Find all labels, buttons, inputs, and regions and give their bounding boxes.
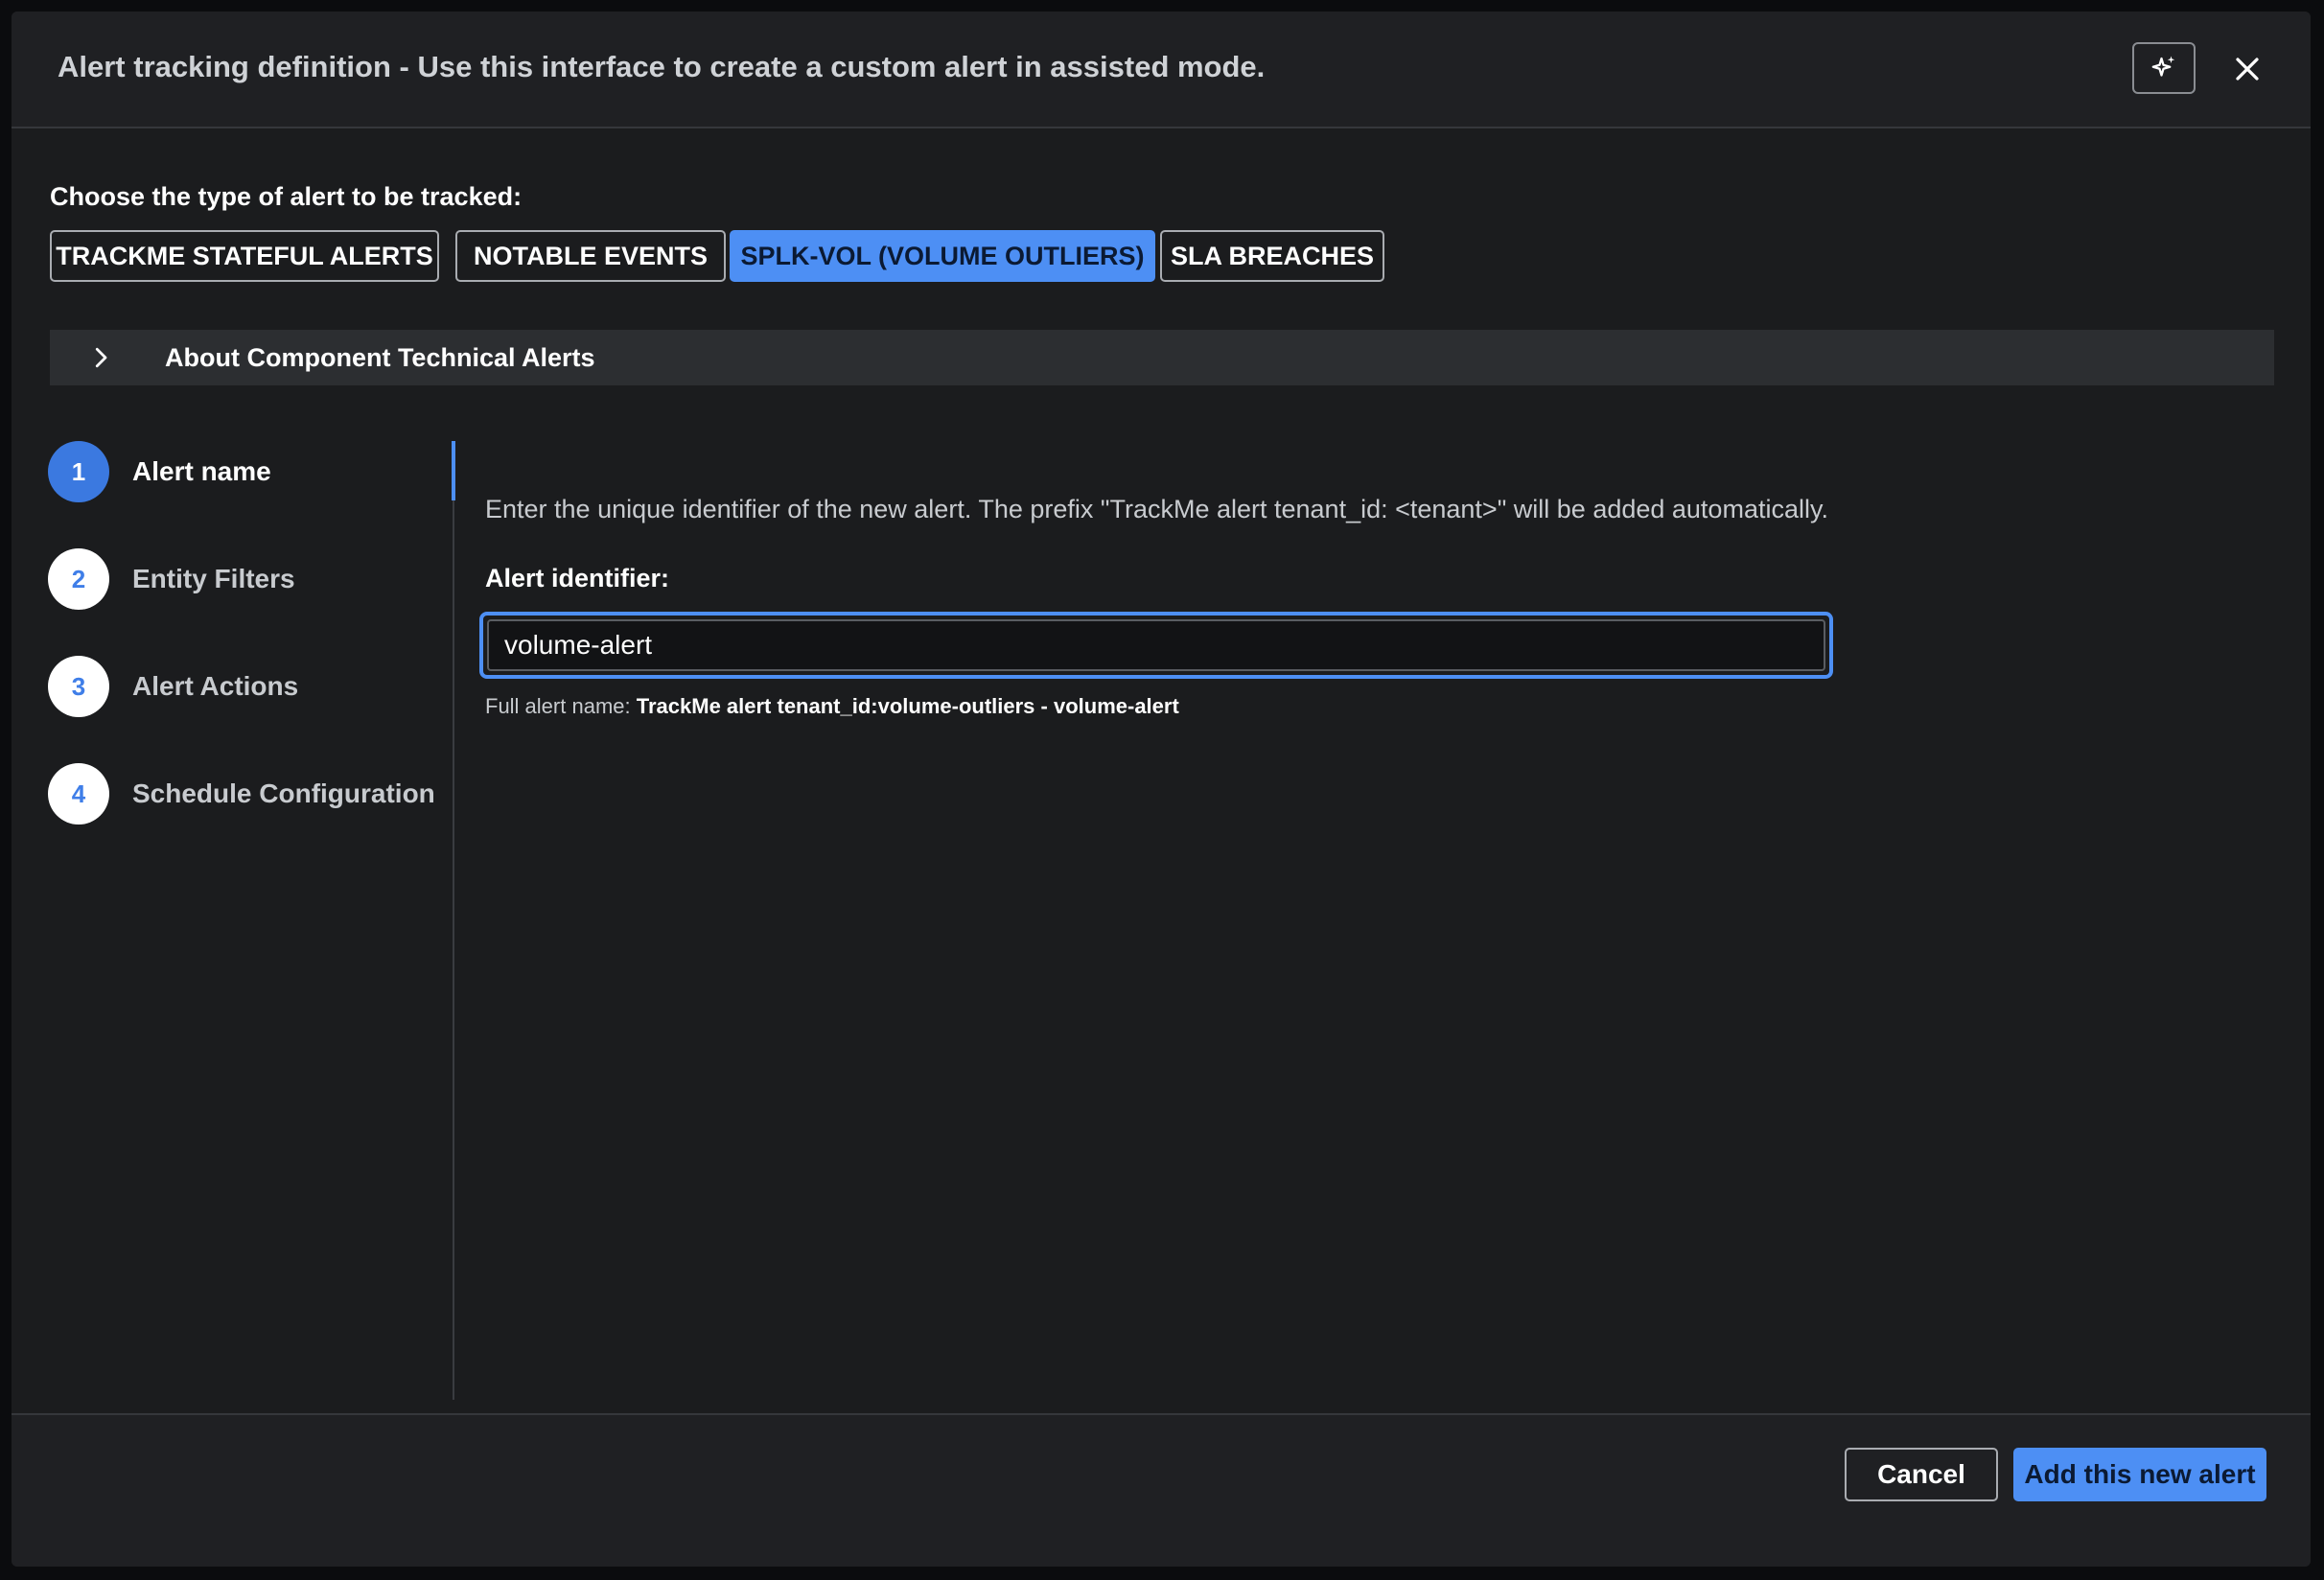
alert-type-label: Choose the type of alert to be tracked: — [50, 182, 523, 211]
chevron-right-icon — [95, 347, 107, 368]
active-step-indicator — [452, 441, 455, 500]
step-number: 1 — [48, 441, 109, 502]
alert-definition-modal: Alert tracking definition - Use this int… — [12, 12, 2311, 1567]
steps-divider — [453, 441, 454, 1400]
step-label: Entity Filters — [132, 564, 295, 593]
step-alert-actions[interactable]: 3 Alert Actions — [48, 656, 451, 719]
modal-body: Choose the type of alert to be tracked: … — [12, 128, 2311, 1413]
type-button-stateful-alerts[interactable]: TRACKME STATEFUL ALERTS — [50, 230, 439, 282]
modal-header: Alert tracking definition - Use this int… — [12, 12, 2311, 128]
step-entity-filters[interactable]: 2 Entity Filters — [48, 548, 451, 612]
step-label: Alert Actions — [132, 671, 299, 701]
step-number: 2 — [48, 548, 109, 610]
type-button-volume-outliers[interactable]: SPLK-VOL (VOLUME OUTLIERS) — [730, 230, 1155, 282]
add-alert-button[interactable]: Add this new alert — [2013, 1448, 2266, 1501]
close-button[interactable] — [2222, 44, 2272, 94]
modal-title: Alert tracking definition - Use this int… — [58, 50, 1266, 83]
step-intro-text: Enter the unique identifier of the new a… — [485, 495, 1828, 523]
step-number: 3 — [48, 656, 109, 717]
close-icon — [2236, 58, 2259, 81]
ai-assist-button[interactable] — [2132, 42, 2196, 94]
alert-identifier-label: Alert identifier: — [485, 564, 670, 592]
step-label: Alert name — [132, 456, 271, 486]
step-number: 4 — [48, 763, 109, 825]
step-alert-name[interactable]: 1 Alert name — [48, 441, 451, 504]
sparkle-icon — [2151, 56, 2175, 77]
step-label: Schedule Configuration — [132, 778, 435, 808]
alert-identifier-input[interactable] — [487, 619, 1825, 671]
step-schedule-configuration[interactable]: 4 Schedule Configuration — [48, 763, 451, 826]
modal-footer: Cancel Add this new alert — [12, 1413, 2311, 1567]
full-alert-name-label: Full alert name: — [485, 694, 631, 718]
about-accordion-label: About Component Technical Alerts — [165, 343, 595, 372]
type-button-sla-breaches[interactable]: SLA BREACHES — [1160, 230, 1384, 282]
about-accordion[interactable]: About Component Technical Alerts — [50, 330, 2274, 385]
type-button-notable-events[interactable]: NOTABLE EVENTS — [455, 230, 726, 282]
full-alert-name-value: TrackMe alert tenant_id:volume-outliers … — [636, 694, 1179, 718]
cancel-button[interactable]: Cancel — [1845, 1448, 1998, 1501]
full-alert-name: Full alert name: TrackMe alert tenant_id… — [485, 694, 1179, 719]
alert-identifier-focus-ring — [479, 612, 1833, 679]
